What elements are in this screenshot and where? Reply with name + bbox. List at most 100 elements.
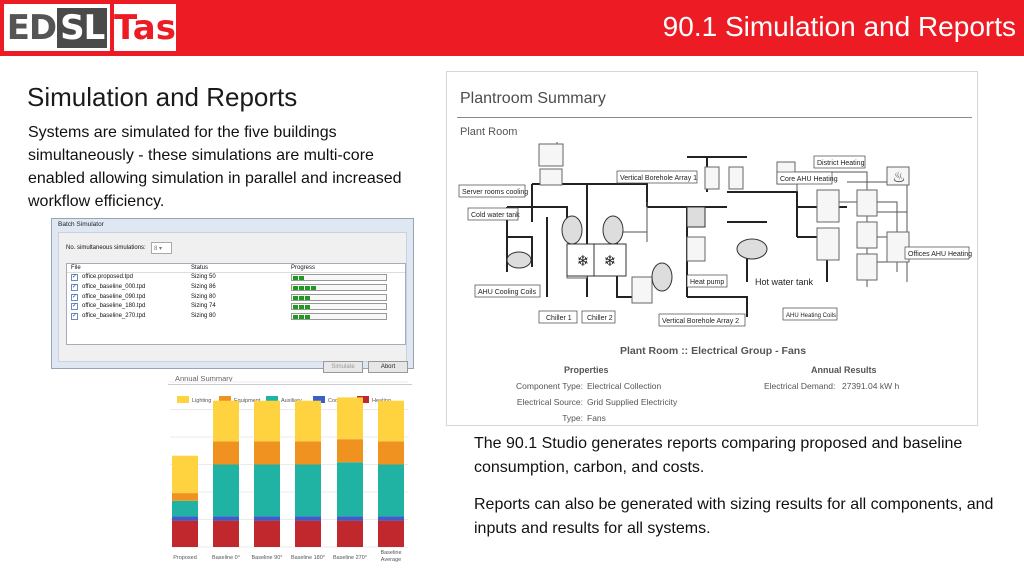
section-body: Systems are simulated for the five build… (28, 124, 402, 210)
x-tick-label: Baseline 270° (333, 555, 367, 561)
bar-segment-cooling (172, 516, 198, 521)
row-file: office_baseline_270.tpd (82, 313, 146, 320)
logo-text-tas: Tas (114, 7, 176, 48)
simultaneous-select-value: 8 (154, 246, 158, 252)
bar-segment-equipment (254, 441, 280, 465)
bar-segment-equipment (295, 441, 321, 465)
prop-label-electrical-source: Electrical Source: (516, 397, 583, 407)
simulation-row[interactable]: ✓ office_baseline_090.tpd Sizing 80 (67, 293, 405, 303)
annual-label: Electrical Demand: (764, 381, 836, 391)
row-status: Sizing 74 (191, 303, 216, 310)
label-core-ahu: Core AHU Heating (780, 176, 838, 183)
group-title: Plant Room :: Electrical Group - Fans (619, 345, 807, 357)
legend-swatch-lighting (177, 396, 189, 403)
progress-block (299, 315, 304, 320)
bar-segment-lighting (378, 400, 404, 442)
row-checkbox[interactable]: ✓ (71, 283, 78, 291)
bar-segment-lighting (254, 400, 280, 442)
bar-segment-cooling (337, 516, 363, 521)
row-file: office_baseline_180.tpd (82, 303, 146, 310)
row-file: office.proposed.tpd (82, 274, 133, 280)
bar-segment-auxiliary (378, 464, 404, 517)
progress-block (305, 315, 310, 320)
logo-tas: Tas (114, 4, 176, 51)
simulation-rows: ✓ office.proposed.tpd Sizing 50 ✓ office_bas… (67, 273, 405, 322)
row-status: Sizing 86 (191, 283, 216, 290)
plantroom-summary-panel: Plantroom Summary Plant Room ❄ ❄ ♨ Distr… (446, 71, 978, 426)
simulation-row[interactable]: ✓ office_baseline_180.tpd Sizing 74 (67, 302, 405, 312)
progress-block (299, 285, 304, 290)
bar-segment-lighting (213, 400, 239, 442)
row-checkbox[interactable]: ✓ (71, 274, 78, 281)
bar-segment-lighting (172, 455, 198, 494)
bar-segment-equipment (213, 441, 239, 465)
row-progress-bar (291, 274, 387, 281)
bar-segment-auxiliary (295, 464, 321, 517)
batch-simulator-window: Batch Simulator No. simultaneous simulat… (51, 218, 414, 373)
progress-block (293, 315, 298, 320)
bar-segment-lighting (295, 400, 321, 442)
reports-paragraph-2: Reports can also be generated with sizin… (474, 496, 994, 537)
col-file[interactable]: File (71, 265, 81, 271)
simulation-list: File Status Progress ✓ office.proposed.tp… (66, 263, 406, 345)
label-borehole-1: Vertical Borehole Array 1 (620, 175, 697, 182)
header-bar: ED SL Tas 90.1 Simulation and Reports (0, 0, 1024, 56)
col-progress[interactable]: Progress (291, 265, 315, 271)
bar-segment-cooling (213, 516, 239, 521)
snowflake-icon-1: ❄ (577, 252, 590, 270)
row-checkbox[interactable]: ✓ (71, 293, 78, 301)
properties-heading: Properties (564, 365, 609, 375)
row-progress-bar (291, 293, 387, 301)
x-tick-label: Baseline Average (380, 550, 401, 563)
bar-segment-cooling (295, 516, 321, 521)
slide-title: 90.1 Simulation and Reports (662, 11, 1016, 42)
bar-segment-auxiliary (337, 462, 363, 517)
progress-block (293, 305, 298, 310)
row-progress-bar (291, 283, 387, 291)
snowflake-icon-2: ❄ (604, 252, 617, 270)
label-district-heating: District Heating (817, 160, 865, 167)
plant-schematic: ❄ ❄ ♨ District Heating Server rooms cool… (458, 142, 972, 327)
x-tick-label: Baseline 90° (252, 555, 283, 561)
simulation-row[interactable]: ✓ office_baseline_000.tpd Sizing 86 (67, 283, 405, 293)
prop-value-electrical-source: Grid Supplied Electricity (587, 397, 678, 407)
bar-segment-heating (295, 520, 321, 547)
annual-summary-svg: LightingEquipmentAuxiliaryCoolingHeating… (170, 381, 408, 563)
progress-block (311, 285, 316, 290)
row-checkbox[interactable]: ✓ (71, 303, 78, 311)
label-borehole-2: Vertical Borehole Array 2 (662, 318, 739, 325)
x-tick-label: Baseline 0° (212, 555, 240, 561)
logo-edsl: ED SL (4, 4, 110, 51)
row-status: Sizing 80 (191, 313, 216, 320)
progress-block (305, 285, 310, 290)
bar-segment-auxiliary (254, 464, 280, 517)
label-offices-ahu: Offices AHU Heating (908, 251, 972, 258)
batch-window-body: No. simultaneous simulations: 8 ▾ File S… (58, 232, 408, 373)
progress-block (299, 305, 304, 310)
legend-label-lighting: Lighting (192, 398, 211, 404)
col-status[interactable]: Status (191, 265, 208, 271)
reports-paragraph-1: The 90.1 Studio generates reports compar… (474, 435, 963, 476)
row-file: office_baseline_090.tpd (82, 293, 146, 300)
label-ahu-heating: AHU Heating Coils (786, 313, 836, 319)
bar-segment-equipment (378, 441, 404, 465)
simulation-row[interactable]: ✓ office.proposed.tpd Sizing 50 (67, 273, 405, 283)
bar-segment-cooling (254, 516, 280, 521)
prop-value-type: Fans (587, 413, 606, 423)
progress-block (299, 295, 304, 300)
simulation-row[interactable]: ✓ office_baseline_270.tpd Sizing 80 (67, 312, 405, 322)
annual-summary-chart: Annual Summary Lighting Equipment Auxiliar… (168, 371, 412, 569)
simultaneous-select[interactable]: 8 ▾ (151, 242, 172, 254)
progress-block (305, 295, 310, 300)
bar-segment-cooling (378, 516, 404, 521)
label-ahu-cooling: AHU Cooling Coils (478, 289, 536, 296)
label-chiller-1: Chiller 1 (546, 315, 572, 322)
label-server-rooms: Server rooms cooling (462, 189, 528, 196)
progress-block (293, 285, 298, 290)
row-checkbox[interactable]: ✓ (71, 313, 78, 321)
bar-segment-heating (254, 520, 280, 547)
row-progress-bar (291, 303, 387, 311)
row-status: Sizing 80 (191, 293, 216, 300)
bar-segment-heating (213, 520, 239, 547)
progress-block (299, 276, 304, 280)
